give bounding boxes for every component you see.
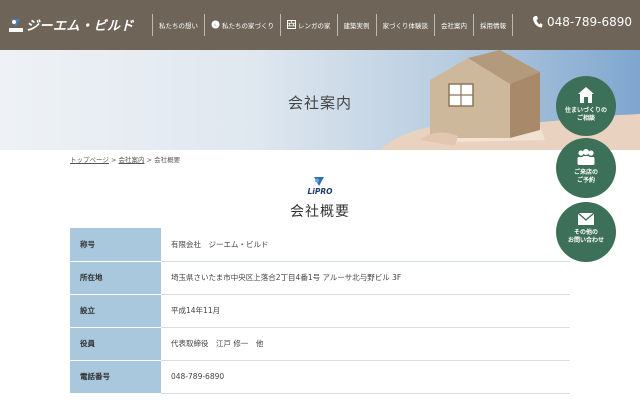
nav-item-our-thoughts[interactable]: 私たちの想い [152, 14, 204, 36]
row-value: 有限会社 ジーエム・ビルド [171, 239, 269, 249]
row-label: 所在地 [70, 261, 161, 295]
hero-banner: 会社案内 [0, 50, 640, 150]
nav-item-recruitment[interactable]: 採用情報 [473, 14, 513, 36]
row-label: 称号 [70, 228, 161, 262]
nav-item-our-housebuilding[interactable]: L 私たちの家づくり [204, 14, 280, 36]
table-row: 役員 代表取締役 江戸 修一 他 [70, 327, 570, 361]
site-logo[interactable]: ジーエム・ビルド [8, 15, 134, 34]
other-inquiry-button[interactable]: その他の お問い合わせ [556, 202, 616, 262]
row-value: 048-789-6890 [171, 372, 225, 381]
row-label: 役員 [70, 327, 161, 361]
nav-item-experiences[interactable]: 家づくり体験談 [375, 14, 435, 36]
logo-text: ジーエム・ビルド [26, 19, 135, 34]
hero-title: 会社案内 [287, 94, 352, 112]
nav-item-label: 私たちの家づくり [222, 22, 274, 30]
table-row: 電話番号 048-789-6890 [70, 360, 570, 394]
nav-item-construction-examples[interactable]: 建築実例 [336, 14, 376, 36]
site-header: ジーエム・ビルド 私たちの想い L 私たちの家づくり レンガの家 建築実例 家づ… [0, 0, 640, 50]
row-label: 設立 [70, 294, 161, 328]
row-value: 埼玉県さいたま市中央区上落合2丁目4番1号 アルーサ北与野ビル 3F [171, 273, 402, 282]
section-title: 会社概要 [290, 204, 350, 220]
row-value: 代表取締役 江戸 修一 他 [171, 339, 264, 348]
row-label: 電話番号 [70, 360, 161, 394]
nav-item-label: 家づくり体験談 [382, 22, 429, 30]
lipro-logo-icon [8, 17, 24, 33]
mail-icon [577, 212, 595, 225]
brick-house-icon [287, 19, 296, 31]
breadcrumb: トップページ > 会社案内 > 会社概要 [70, 154, 180, 164]
nav-item-label: 会社案内 [441, 22, 467, 30]
phone-text: 048-789-6890 [547, 15, 633, 29]
people-icon [577, 149, 595, 165]
table-row: 称号 有限会社 ジーエム・ビルド [70, 228, 570, 262]
breadcrumb-home-link[interactable]: トップページ [70, 156, 109, 164]
visit-reservation-button-label: ご来店の ご予約 [573, 169, 598, 184]
other-inquiry-button-label: その他の お問い合わせ [567, 229, 604, 244]
company-info-table: 称号 有限会社 ジーエム・ビルド 所在地 埼玉県さいたま市中央区上落合2丁目4番… [70, 228, 570, 394]
house-icon [578, 87, 594, 103]
svg-text:L: L [215, 23, 217, 27]
lipro-badge-icon: L [211, 20, 220, 31]
row-value: 平成14年11月 [171, 306, 221, 315]
breadcrumb-separator: > [144, 156, 155, 164]
phone-icon [533, 16, 543, 28]
table-row: 設立 平成14年11月 [70, 294, 570, 328]
consultation-button[interactable]: 住まいづくりの ご相談 [556, 76, 616, 136]
visit-reservation-button[interactable]: ご来店の ご予約 [556, 138, 616, 198]
breadcrumb-parent-link[interactable]: 会社案内 [118, 156, 144, 164]
nav-item-label: レンガの家 [298, 22, 331, 30]
nav-item-label: 採用情報 [480, 22, 506, 30]
lipro-section-logo: LiPRO [306, 176, 334, 196]
main-nav: 私たちの想い L 私たちの家づくり レンガの家 建築実例 家づくり体験談 会社案… [152, 14, 513, 36]
nav-item-company-info[interactable]: 会社案内 [434, 14, 473, 36]
table-row: 所在地 埼玉県さいたま市中央区上落合2丁目4番1号 アルーサ北与野ビル 3F [70, 261, 570, 295]
consultation-button-label: 住まいづくりの ご相談 [564, 107, 607, 122]
phone-number[interactable]: 048-789-6890 [532, 15, 632, 29]
nav-item-brick-house[interactable]: レンガの家 [280, 14, 337, 36]
section-logo-text: LiPRO [308, 187, 334, 196]
breadcrumb-current: 会社概要 [154, 156, 181, 164]
nav-item-label: 建築実例 [343, 22, 370, 30]
nav-item-label: 私たちの想い [159, 22, 198, 30]
